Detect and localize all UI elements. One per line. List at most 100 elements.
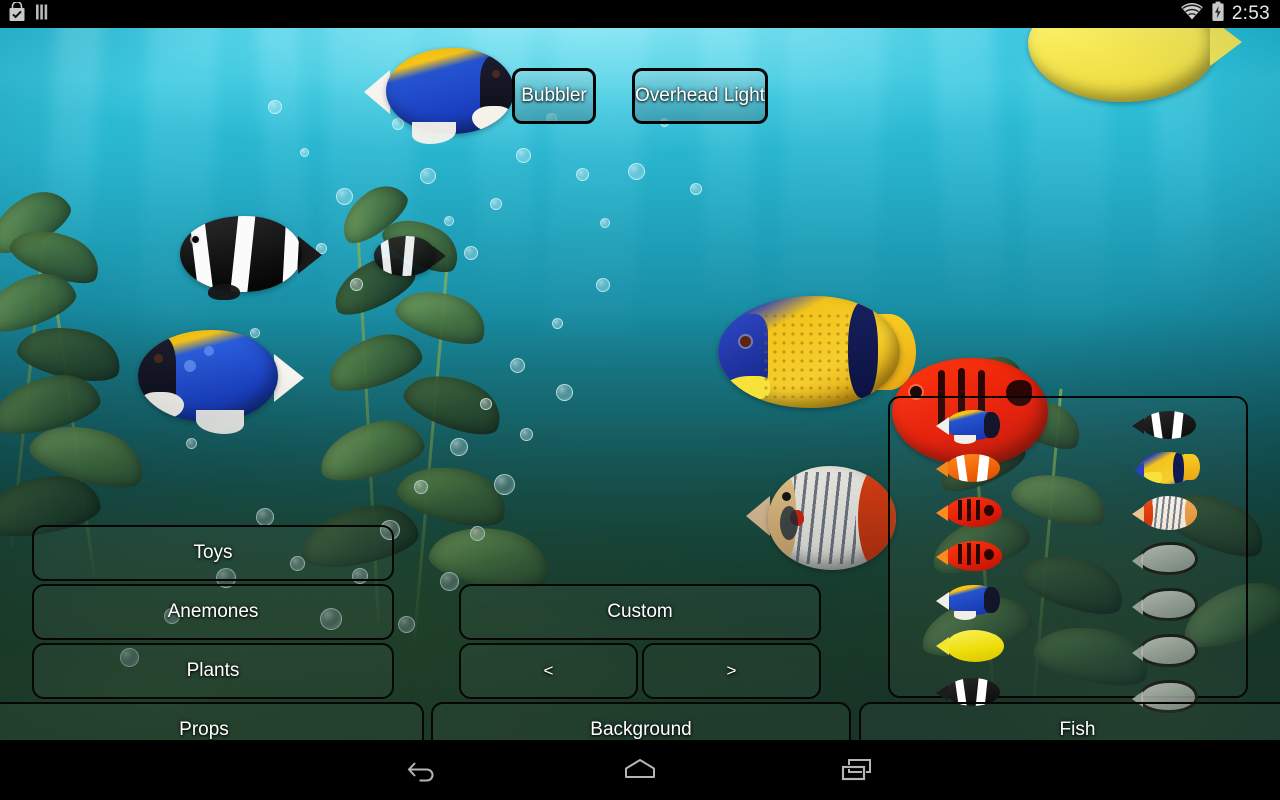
- status-bar-right-icons: 2:53: [1180, 0, 1270, 28]
- home-button[interactable]: [580, 740, 700, 800]
- fish-thumbnail-locked[interactable]: [1130, 584, 1206, 628]
- android-tablet-screen: 2:53 Bubbler Overhead Light Toys Anemone…: [0, 0, 1280, 800]
- status-bar-clock: 2:53: [1231, 3, 1270, 24]
- previous-button[interactable]: <: [459, 643, 638, 699]
- bubble: [300, 148, 309, 157]
- fish-thumbnail-red-squirrelfish[interactable]: [934, 492, 1010, 534]
- back-button[interactable]: [363, 740, 483, 800]
- fish-thumbnail-blue-tang[interactable]: [934, 406, 1010, 446]
- fish-thumbnail-clownfish-orange[interactable]: [934, 448, 1010, 490]
- fish-thumbnail-blue-tang[interactable]: [934, 580, 1010, 622]
- bubble: [494, 474, 515, 495]
- bubble: [464, 246, 478, 260]
- fish-thumbnail-yellow-tang[interactable]: [934, 624, 1010, 670]
- aquarium-live-wallpaper-scene[interactable]: Bubbler Overhead Light Toys Anemones Pla…: [0, 28, 1280, 740]
- overhead-light-button[interactable]: Overhead Light: [632, 68, 768, 124]
- bubble: [596, 278, 610, 292]
- previous-button-label: <: [543, 661, 554, 680]
- bubble: [576, 168, 589, 181]
- bubble: [516, 148, 531, 163]
- recent-apps-icon: [841, 759, 871, 781]
- fish-tab-label: Fish: [1059, 719, 1096, 740]
- fish-thumbnail-locked[interactable]: [1130, 538, 1206, 582]
- back-arrow-icon: [407, 762, 434, 782]
- fish-eye: [154, 354, 163, 363]
- home-icon: [625, 759, 655, 778]
- bubble: [470, 526, 485, 541]
- bubble: [552, 318, 563, 329]
- props-tab[interactable]: Props: [0, 702, 424, 740]
- scene-fish-black-clownfish: [180, 216, 322, 300]
- fish-body: [1028, 28, 1216, 102]
- bubbler-button[interactable]: Bubbler: [512, 68, 596, 124]
- fish-thumbnail-clownfish-black[interactable]: [1130, 406, 1206, 446]
- fish-thumbnail-locked[interactable]: [1130, 630, 1206, 674]
- bubble: [186, 438, 197, 449]
- fish-body: [718, 296, 900, 408]
- bubble: [520, 428, 533, 441]
- fish-thumbnail-majestic-angelfish[interactable]: [1130, 448, 1206, 490]
- fish-eye: [492, 70, 500, 78]
- bubble: [398, 616, 415, 633]
- fish-fin: [780, 506, 798, 540]
- fish-body: [138, 330, 278, 422]
- bubble: [628, 163, 645, 180]
- status-bar: 2:53: [0, 0, 1280, 28]
- fish-picker-panel[interactable]: [888, 396, 1248, 713]
- toys-button[interactable]: Toys: [32, 525, 394, 581]
- background-tab-label: Background: [590, 719, 692, 740]
- fish-picker-right-column: [1130, 406, 1206, 722]
- status-bar-left-icons: [8, 0, 51, 28]
- bubble: [420, 168, 436, 184]
- locked-fish-silhouette: [1132, 542, 1198, 575]
- bubble: [556, 384, 573, 401]
- fish-fin: [208, 284, 240, 300]
- toys-button-label: Toys: [193, 542, 233, 563]
- bubble: [336, 188, 353, 205]
- bubble: [256, 508, 274, 526]
- scene-fish-butterflyfish: [746, 466, 896, 570]
- fish-tail: [1210, 28, 1242, 66]
- bubble: [490, 198, 502, 210]
- custom-button[interactable]: Custom: [459, 584, 821, 640]
- background-tab[interactable]: Background: [431, 702, 851, 740]
- fish-thumbnail-butterflyfish[interactable]: [1130, 492, 1206, 536]
- bubbler-button-label: Bubbler: [521, 85, 587, 106]
- anemones-button-label: Anemones: [167, 601, 259, 622]
- plants-button-label: Plants: [186, 660, 240, 681]
- scene-fish-black-clownfish-small: [374, 236, 446, 276]
- props-tab-label: Props: [179, 719, 229, 740]
- fish-body: [374, 236, 436, 276]
- locked-fish-silhouette: [1132, 634, 1198, 667]
- custom-button-label: Custom: [607, 601, 673, 622]
- bubble: [690, 183, 702, 195]
- sim-bars-icon: [35, 2, 51, 27]
- wifi-icon: [1180, 2, 1204, 27]
- fish-eye: [192, 236, 199, 243]
- fish-eye: [782, 492, 791, 501]
- scene-fish-yellow-tang: [1028, 28, 1242, 102]
- bubble: [450, 438, 468, 456]
- fish-thumbnail-red-squirrelfish[interactable]: [934, 536, 1010, 578]
- bubble: [268, 100, 282, 114]
- bubble: [480, 398, 492, 410]
- scene-fish-powder-blue-tang: [364, 48, 514, 144]
- android-navigation-bar: [0, 740, 1280, 800]
- fish-eye: [740, 336, 751, 347]
- scene-fish-majestic-angelfish: [718, 296, 916, 408]
- play-store-installed-icon: [8, 0, 26, 27]
- fish-picker-left-column: [934, 406, 1010, 716]
- fish-body: [180, 216, 302, 292]
- locked-fish-silhouette: [1132, 588, 1198, 621]
- bubble: [440, 572, 459, 591]
- fish-tail: [274, 354, 304, 402]
- recent-apps-button[interactable]: [797, 740, 917, 800]
- anemones-button[interactable]: Anemones: [32, 584, 394, 640]
- plants-button[interactable]: Plants: [32, 643, 394, 699]
- bubble: [414, 480, 428, 494]
- fish-tab[interactable]: Fish: [859, 702, 1280, 740]
- next-button[interactable]: >: [642, 643, 821, 699]
- next-button-label: >: [726, 661, 737, 680]
- bubble: [600, 218, 610, 228]
- bubble: [510, 358, 525, 373]
